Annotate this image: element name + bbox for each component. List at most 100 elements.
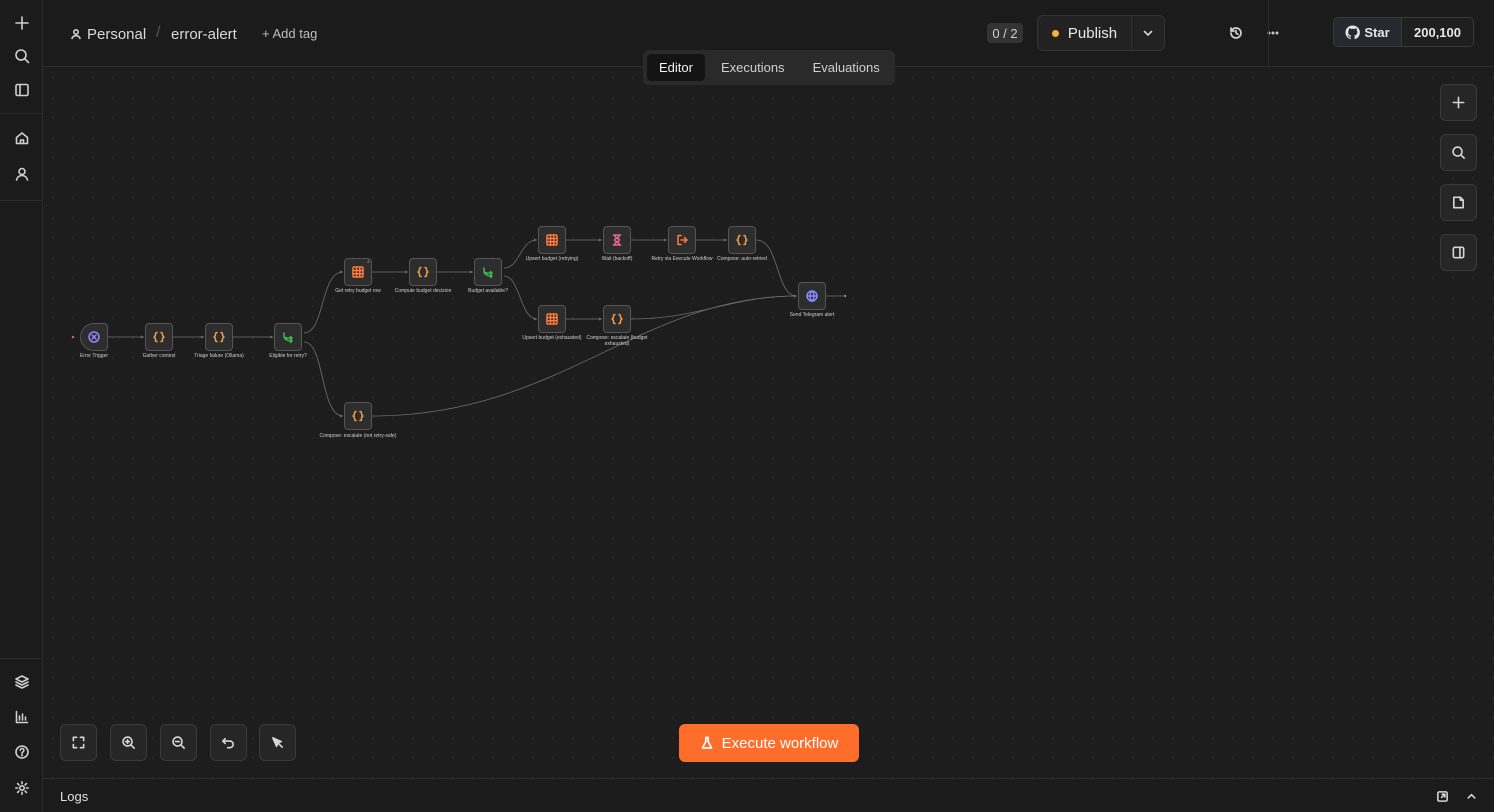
home-icon[interactable] <box>8 124 35 151</box>
zoom-out-icon <box>172 736 185 749</box>
fit-view-icon <box>72 736 85 749</box>
add-node-button[interactable] <box>1440 84 1477 121</box>
search-nodes-button[interactable] <box>1440 134 1477 171</box>
undo-icon <box>222 737 234 749</box>
settings-icon[interactable] <box>8 774 35 801</box>
node-send-telegram[interactable] <box>798 282 826 310</box>
node-label: Compose: escalate (not retry-safe) <box>319 433 397 439</box>
node-badge-icon: ⌕ <box>367 259 370 265</box>
zoom-in-icon <box>122 736 135 749</box>
breadcrumb-separator: / <box>156 24 161 41</box>
tab-executions[interactable]: Executions <box>709 54 797 81</box>
tab-editor[interactable]: Editor <box>647 54 705 81</box>
add-tag-button[interactable]: + Add tag <box>262 26 317 41</box>
table-icon <box>546 313 558 325</box>
error-trigger-icon <box>88 331 100 343</box>
node-error-trigger[interactable] <box>80 323 108 351</box>
globe-icon <box>806 290 818 302</box>
zoom-out-button[interactable] <box>160 724 197 761</box>
node-label: Send Telegram alert <box>789 312 835 318</box>
hourglass-icon <box>612 234 622 246</box>
code-icon <box>736 234 748 246</box>
user-icon[interactable] <box>8 160 35 187</box>
logs-panel-bar[interactable]: Logs <box>43 778 1494 812</box>
user-icon <box>71 28 81 40</box>
search-icon <box>1452 146 1465 159</box>
sidebar-toggle-icon[interactable] <box>8 76 35 103</box>
node-compose-escalate-exhausted[interactable] <box>603 305 631 333</box>
execute-workflow-button[interactable]: Execute workflow <box>679 724 859 762</box>
left-sidebar <box>0 0 43 812</box>
publish-button-group: Publish <box>1037 15 1165 51</box>
add-icon[interactable] <box>8 9 35 36</box>
code-icon <box>153 331 165 343</box>
view-tabs: Editor Executions Evaluations <box>643 50 895 85</box>
undo-button[interactable] <box>210 724 247 761</box>
node-upsert-exhausted[interactable] <box>538 305 566 333</box>
node-wait-backoff[interactable] <box>603 226 631 254</box>
rail-divider <box>0 113 43 114</box>
execute-workflow-label: Execute workflow <box>721 734 839 752</box>
workflow-canvas[interactable] <box>43 68 1494 778</box>
toggle-panel-button[interactable] <box>1440 234 1477 271</box>
node-compute-budget[interactable] <box>409 258 437 286</box>
more-options-icon[interactable] <box>1264 24 1282 42</box>
zoom-in-button[interactable] <box>110 724 147 761</box>
breadcrumb-project[interactable]: Personal <box>70 24 146 44</box>
github-icon <box>1345 24 1361 39</box>
node-label: Triage failure (Ollama) <box>194 353 244 359</box>
code-icon <box>417 266 429 278</box>
node-retry-execute[interactable] <box>668 226 696 254</box>
publish-button[interactable]: Publish <box>1038 16 1132 50</box>
node-compose-auto-retried[interactable] <box>728 226 756 254</box>
node-get-retry-budget[interactable]: ⌕ <box>344 258 372 286</box>
project-name: Personal <box>87 25 147 43</box>
history-icon[interactable] <box>1227 24 1245 42</box>
if-branch-icon <box>483 267 493 279</box>
table-icon <box>546 234 558 246</box>
templates-icon[interactable] <box>8 668 35 695</box>
node-gather-context[interactable] <box>145 323 173 351</box>
tidy-up-button[interactable] <box>259 724 296 761</box>
logs-label: Logs <box>60 789 89 804</box>
code-icon <box>611 313 623 325</box>
chevron-down-icon <box>1143 30 1153 36</box>
github-star-count: 200,100 <box>1402 18 1473 46</box>
github-star-label: Star <box>1364 24 1390 40</box>
node-compose-escalate-not-retry[interactable] <box>344 402 372 430</box>
pop-out-icon[interactable] <box>1435 789 1449 803</box>
chevron-up-icon[interactable] <box>1464 789 1478 803</box>
version-counter: 0 / 2 <box>987 23 1023 43</box>
node-label: Compose: auto-retried <box>717 256 767 262</box>
publish-dropdown-button[interactable] <box>1132 16 1164 50</box>
help-icon[interactable] <box>8 738 35 765</box>
table-icon <box>352 266 364 278</box>
code-icon <box>352 410 364 422</box>
node-eligible-retry[interactable] <box>274 323 302 351</box>
node-triage-failure[interactable] <box>205 323 233 351</box>
search-icon[interactable] <box>8 42 35 69</box>
rail-divider <box>0 200 43 201</box>
if-branch-icon <box>283 332 293 344</box>
node-budget-available[interactable] <box>474 258 502 286</box>
node-upsert-retrying[interactable] <box>538 226 566 254</box>
node-label: Compose: escalate (budget exhausted) <box>586 335 648 347</box>
tab-evaluations[interactable]: Evaluations <box>801 54 892 81</box>
workflow-name[interactable]: error-alert <box>171 24 237 44</box>
panel-icon <box>1452 246 1465 259</box>
fit-view-button[interactable] <box>60 724 97 761</box>
node-label: Eligible for retry? <box>269 353 307 359</box>
rail-divider <box>0 658 43 659</box>
code-icon <box>213 331 225 343</box>
github-star-button[interactable]: Star <box>1334 18 1402 46</box>
unpublished-status-dot <box>1051 29 1059 37</box>
github-star-widget[interactable]: Star 200,100 <box>1333 17 1474 47</box>
publish-label: Publish <box>1067 24 1118 42</box>
tidy-wand-icon <box>272 737 283 748</box>
execute-workflow-icon <box>677 234 688 246</box>
insights-icon[interactable] <box>8 703 35 730</box>
node-label: Budget available? <box>468 288 508 294</box>
add-sticky-note-button[interactable] <box>1440 184 1477 221</box>
plus-icon <box>1452 96 1465 109</box>
sticky-note-icon <box>1453 196 1464 209</box>
